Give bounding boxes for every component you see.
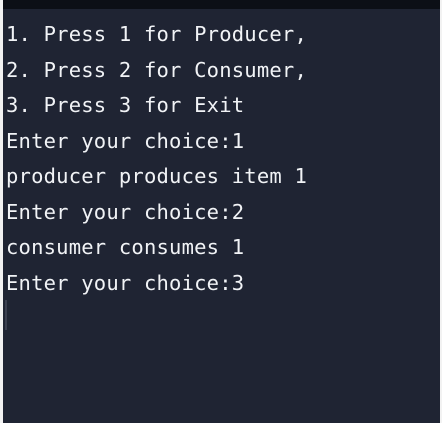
- terminal-window: 1. Press 1 for Producer, 2. Press 2 for …: [0, 0, 442, 423]
- console-output[interactable]: 1. Press 1 for Producer, 2. Press 2 for …: [6, 17, 436, 301]
- choice-prompt-3: Enter your choice:3: [6, 270, 245, 295]
- producer-output: producer produces item 1: [6, 164, 308, 188]
- title-bar: [0, 0, 442, 9]
- choice-prompt-1: Enter your choice:1: [6, 128, 245, 153]
- choice-prompt-2: Enter your choice:2: [6, 199, 245, 224]
- menu-option-producer: 1. Press 1 for Producer,: [6, 22, 308, 46]
- text-cursor: [5, 300, 7, 330]
- menu-option-exit: 3. Press 3 for Exit: [6, 93, 245, 117]
- menu-option-consumer: 2. Press 2 for Consumer,: [6, 57, 308, 82]
- window-left-edge: [0, 0, 3, 423]
- consumer-output: consumer consumes 1: [6, 235, 245, 259]
